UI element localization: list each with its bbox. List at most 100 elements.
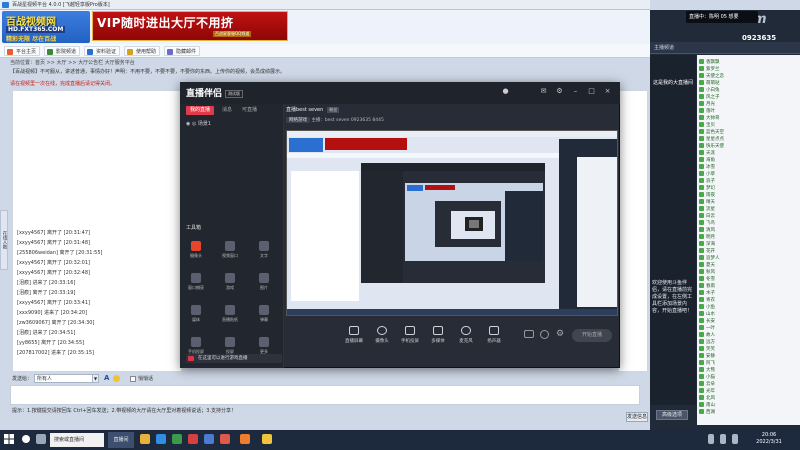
member-item[interactable]: 小草 — [699, 171, 797, 178]
file-explorer-icon[interactable] — [140, 434, 150, 444]
emoji-icon[interactable] — [113, 375, 120, 382]
speaker-button[interactable]: 扬声器 — [482, 326, 506, 348]
member-item[interactable]: 天使之恋 — [699, 73, 797, 80]
member-item[interactable]: 阿飞 — [699, 360, 797, 367]
member-item[interactable]: 风之子 — [699, 94, 797, 101]
member-item[interactable]: 光年 — [699, 388, 797, 395]
phone-cast-button[interactable]: 手机投屏 — [398, 326, 422, 348]
member-item[interactable]: 大熊 — [699, 367, 797, 374]
member-item[interactable]: 飞鸟 — [699, 220, 797, 227]
taskbar-search[interactable]: 搜索或直播间 — [50, 433, 104, 447]
member-item[interactable]: 清风 — [699, 227, 797, 234]
tool-danmaku[interactable]: 弹幕 — [252, 304, 276, 326]
app-icon[interactable] — [188, 434, 198, 444]
member-item[interactable]: 北风 — [699, 395, 797, 402]
member-item[interactable]: 快乐天使 — [699, 143, 797, 150]
member-item[interactable]: 花开 — [699, 248, 797, 255]
member-item[interactable]: 小猫 — [699, 374, 797, 381]
record-icon[interactable] — [524, 330, 534, 338]
member-item[interactable]: 萌萌哒 — [699, 80, 797, 87]
stream-preview[interactable] — [286, 130, 618, 316]
maximize-icon[interactable]: □ — [588, 88, 595, 95]
app-icon[interactable] — [204, 434, 214, 444]
taskbar-active-app[interactable]: 直播间 — [108, 432, 134, 448]
member-item[interactable]: 云朵 — [699, 381, 797, 388]
member-item[interactable]: 冰雪 — [699, 164, 797, 171]
live-app-icon[interactable] — [240, 434, 250, 444]
member-item[interactable]: 流星 — [699, 206, 797, 213]
windows-start-icon[interactable] — [4, 434, 14, 444]
member-item[interactable]: 山水 — [699, 311, 797, 318]
tool-sticker[interactable]: 直播贴纸 — [218, 304, 242, 326]
tool-media[interactable]: 媒体 — [184, 304, 208, 326]
member-item[interactable]: 雨夜 — [699, 192, 797, 199]
timer-icon[interactable] — [540, 330, 549, 339]
member-item[interactable]: 星星点点 — [699, 136, 797, 143]
member-item[interactable]: 西湖 — [699, 409, 797, 416]
multimedia-button[interactable]: 多媒体 — [426, 326, 450, 348]
gear-icon[interactable]: ⚙ — [556, 88, 563, 95]
member-item[interactable]: 海角 — [699, 157, 797, 164]
tool-video-window[interactable]: 视频窗口 — [218, 240, 242, 262]
member-item[interactable]: 长安 — [699, 318, 797, 325]
chevron-down-icon[interactable]: ▼ — [92, 374, 99, 383]
eye-icon[interactable]: ◉ ◎ — [186, 121, 198, 127]
toolbar-cinema-button[interactable]: 影院频道 — [44, 46, 81, 56]
member-item[interactable]: 春雨 — [699, 283, 797, 290]
stream-tag[interactable]: 粉丝 — [327, 107, 340, 113]
screen-capture-button[interactable]: 直播屏幕 — [342, 326, 366, 348]
chat-log[interactable]: [xxyy4567] 离开了 [20:31:47] [xxyy4567] 离开了… — [12, 90, 182, 372]
member-item[interactable]: 紫罗兰 — [699, 66, 797, 73]
member-item[interactable]: 夏天 — [699, 262, 797, 269]
tab-streamable[interactable]: 可直播 — [238, 106, 261, 115]
tool-window-capture[interactable]: 窗口捕获 — [184, 272, 208, 294]
send-button[interactable]: 发送信息 — [626, 412, 648, 422]
member-item[interactable]: 天涯 — [699, 150, 797, 157]
tool-camera[interactable]: 摄像头 — [184, 240, 208, 262]
font-format-icon[interactable]: A — [104, 374, 109, 382]
member-list[interactable]: 香飘飘 紫罗兰 天使之恋 萌萌哒 小白兔 风之子 月光 落叶 大帅哥 宝贝 蓝色天空 星星点点 快乐天使… — [697, 55, 800, 425]
toolbar-help-button[interactable]: 使用帮助 — [124, 46, 161, 56]
search-icon[interactable] — [22, 435, 30, 443]
mail-icon[interactable]: ✉ — [540, 88, 547, 95]
member-item[interactable]: 浪子 — [699, 178, 797, 185]
member-item[interactable]: 冬雪 — [699, 276, 797, 283]
member-item[interactable]: 青衣 — [699, 297, 797, 304]
send-target-select[interactable]: 所有人 — [34, 374, 98, 383]
tool-game[interactable]: 游戏 — [218, 272, 242, 294]
app-icon[interactable] — [262, 434, 272, 444]
member-item[interactable]: 白云 — [699, 213, 797, 220]
member-item[interactable]: 南山 — [699, 402, 797, 409]
network-icon[interactable] — [708, 434, 714, 444]
member-item[interactable]: 大帅哥 — [699, 115, 797, 122]
site-logo[interactable]: 百战视频网 HD.FXT365.COM 精彩无限 尽在百战 — [2, 11, 90, 43]
edge-icon[interactable] — [156, 434, 166, 444]
tab-messages[interactable]: 消息 — [218, 106, 236, 115]
member-item[interactable]: 明月 — [699, 234, 797, 241]
camera-button[interactable]: 摄像头 — [370, 326, 394, 348]
online-users-tab[interactable]: 在线人数 — [0, 210, 8, 270]
member-item[interactable]: 落叶 — [699, 108, 797, 115]
member-item[interactable]: 梦幻 — [699, 185, 797, 192]
microphone-button[interactable]: 麦克风 — [454, 326, 478, 348]
toolbar-verify-button[interactable]: 资料验证 — [84, 46, 121, 56]
anchor-video[interactable]: 这是我的大直播间 欢迎使用斗鱼伴侣，请在直播前完成设置，在左侧工具栏添加场景内容… — [650, 55, 696, 405]
tab-my-live[interactable]: 我的直播 — [186, 106, 215, 115]
member-item[interactable]: 深海 — [699, 241, 797, 248]
scene-item[interactable]: ◉ ◎ 场景1 — [186, 120, 211, 127]
member-item[interactable]: 木子 — [699, 290, 797, 297]
member-item[interactable]: 晴天 — [699, 199, 797, 206]
private-checkbox[interactable] — [130, 376, 136, 382]
member-item[interactable]: 追梦人 — [699, 255, 797, 262]
app-icon[interactable] — [220, 434, 230, 444]
toolbar-mail-button[interactable]: 隐藏邮件 — [164, 46, 201, 56]
chat-icon[interactable]: ● — [502, 88, 509, 95]
settings-icon[interactable]: ⚙ — [556, 329, 564, 339]
member-item[interactable]: 小白兔 — [699, 87, 797, 94]
message-input[interactable] — [10, 385, 640, 405]
minimize-icon[interactable]: – — [572, 88, 579, 95]
member-item[interactable]: 月光 — [699, 101, 797, 108]
task-view-icon[interactable] — [36, 434, 46, 444]
member-item[interactable]: 一叶 — [699, 325, 797, 332]
category-pill[interactable]: 网络游戏 — [286, 117, 310, 123]
